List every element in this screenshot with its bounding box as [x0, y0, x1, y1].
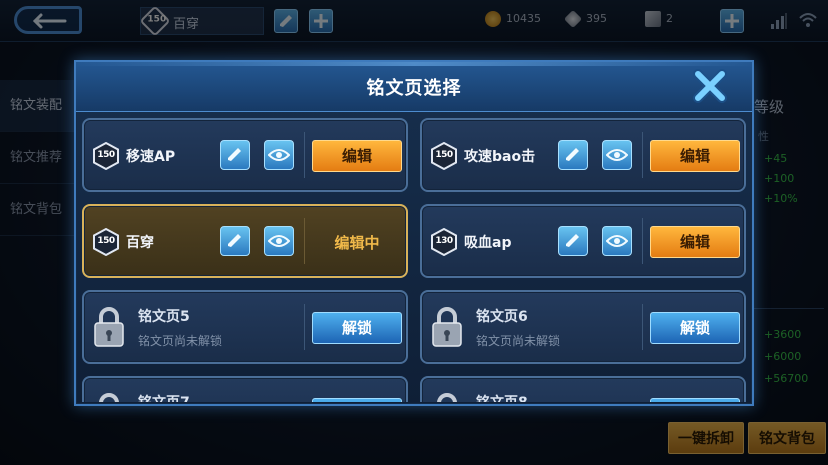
locked-hint: 铭文页尚未解锁: [138, 334, 223, 348]
preview-button[interactable]: [602, 226, 632, 256]
level-badge: 150: [92, 142, 120, 170]
preview-button[interactable]: [264, 140, 294, 170]
level-badge: 150: [430, 142, 458, 170]
page-level: 150: [97, 150, 115, 160]
close-x-icon: [693, 69, 727, 103]
pencil-icon: [228, 148, 241, 161]
card-divider: [304, 218, 305, 264]
editing-status: 编辑中: [334, 234, 380, 252]
rune-page-card-3[interactable]: 150 百穿 编辑中: [82, 204, 408, 278]
rune-page-card-8[interactable]: 铭文页8 解锁: [420, 376, 746, 402]
preview-button[interactable]: [602, 140, 632, 170]
card-divider: [642, 304, 643, 350]
rune-page-card-5[interactable]: 铭文页5 铭文页尚未解锁 解锁: [82, 290, 408, 364]
rune-page-select-dialog: 铭文页选择 150 移速AP 编辑 150 攻速bao击 编辑 150 百穿 编…: [74, 60, 754, 406]
lock-icon: [432, 307, 462, 347]
level-badge: 150: [92, 228, 120, 256]
page-level: 150: [435, 150, 453, 160]
rename-button[interactable]: [558, 226, 588, 256]
rune-page-card-7[interactable]: 铭文页7 解锁: [82, 376, 408, 402]
page-name: 移速AP: [126, 149, 176, 165]
rename-button[interactable]: [220, 226, 250, 256]
rename-button[interactable]: [558, 140, 588, 170]
unlock-button[interactable]: 解锁: [312, 312, 402, 344]
pencil-icon: [566, 234, 579, 247]
unlock-button[interactable]: 解锁: [650, 398, 740, 402]
unlock-button[interactable]: 解锁: [650, 312, 740, 344]
close-button[interactable]: [688, 66, 732, 106]
rune-page-card-1[interactable]: 150 移速AP 编辑: [82, 118, 408, 192]
lock-icon: [99, 393, 119, 402]
lock-icon: [437, 393, 457, 402]
locked-hint: 铭文页尚未解锁: [476, 334, 561, 348]
page-name: 吸血ap: [464, 235, 512, 251]
card-divider: [642, 132, 643, 178]
page-name: 铭文页7: [138, 392, 190, 402]
eye-icon: [268, 149, 290, 161]
page-level: 150: [97, 236, 115, 246]
eye-icon: [606, 149, 628, 161]
dialog-header: 铭文页选择: [76, 62, 752, 112]
edit-button[interactable]: 编辑: [312, 140, 402, 172]
dialog-title: 铭文页选择: [366, 78, 462, 99]
edit-button[interactable]: 编辑: [650, 226, 740, 258]
page-name: 攻速bao击: [464, 149, 536, 165]
page-name: 铭文页6: [476, 309, 528, 325]
rune-page-card-4[interactable]: 130 吸血ap 编辑: [420, 204, 746, 278]
eye-icon: [606, 235, 628, 247]
rune-page-list[interactable]: 150 移速AP 编辑 150 攻速bao击 编辑 150 百穿 编辑中 130…: [82, 118, 746, 402]
page-level: 130: [435, 236, 453, 246]
pencil-icon: [228, 234, 241, 247]
edit-button[interactable]: 编辑: [650, 140, 740, 172]
rename-button[interactable]: [220, 140, 250, 170]
preview-button[interactable]: [264, 226, 294, 256]
pencil-icon: [566, 148, 579, 161]
rune-page-card-2[interactable]: 150 攻速bao击 编辑: [420, 118, 746, 192]
lock-icon: [94, 307, 124, 347]
page-name: 铭文页8: [476, 392, 528, 402]
level-badge: 130: [430, 228, 458, 256]
card-divider: [304, 304, 305, 350]
rune-page-card-6[interactable]: 铭文页6 铭文页尚未解锁 解锁: [420, 290, 746, 364]
card-divider: [304, 132, 305, 178]
page-name: 百穿: [126, 235, 154, 251]
eye-icon: [268, 235, 290, 247]
page-name: 铭文页5: [138, 309, 190, 325]
card-divider: [642, 218, 643, 264]
unlock-button[interactable]: 解锁: [312, 398, 402, 402]
